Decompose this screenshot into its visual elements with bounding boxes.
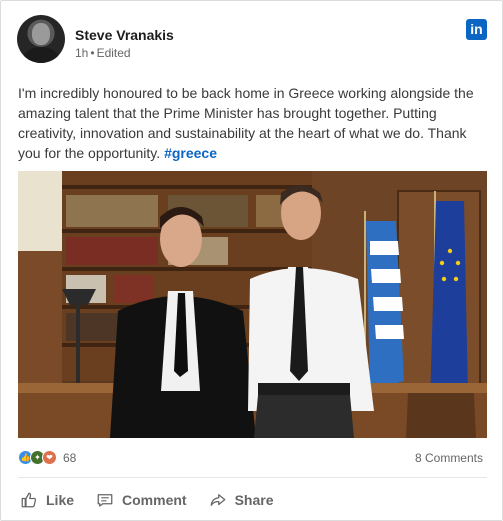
comments-count[interactable]: 8 Comments <box>415 451 483 465</box>
share-button[interactable]: Share <box>207 487 276 513</box>
avatar-head <box>32 23 50 45</box>
edited-label: Edited <box>96 46 131 60</box>
post-image[interactable] <box>18 171 487 438</box>
comment-label: Comment <box>122 492 187 508</box>
avatar-shoulders <box>23 47 59 63</box>
thumbs-up-icon <box>21 492 37 508</box>
author-name[interactable]: Steve Vranakis <box>75 27 174 43</box>
like-label: Like <box>46 492 75 508</box>
meta-separator: • <box>90 46 95 60</box>
share-label: Share <box>234 492 274 508</box>
reaction-count[interactable]: 68 <box>63 451 76 465</box>
comment-button[interactable]: Comment <box>94 487 189 513</box>
comment-icon <box>97 494 113 507</box>
action-bar: Like Comment Share <box>18 484 276 516</box>
actions-divider <box>18 477 487 478</box>
linkedin-logo-icon[interactable]: in <box>466 19 487 40</box>
share-icon <box>210 494 225 506</box>
post-body-text: I'm incredibly honoured to be back home … <box>18 85 474 161</box>
love-reaction-icon: ❤ <box>42 450 57 465</box>
hashtag-link[interactable]: #greece <box>164 145 217 161</box>
post-body: I'm incredibly honoured to be back home … <box>18 83 488 163</box>
post-meta: 1h • Edited <box>75 46 131 60</box>
post-card: Steve Vranakis 1h • Edited in I'm incred… <box>0 0 503 521</box>
author-avatar[interactable] <box>17 15 65 63</box>
post-time: 1h <box>75 46 89 60</box>
reactions-summary[interactable]: 👍 ✦ ❤ 68 <box>18 450 76 465</box>
like-button[interactable]: Like <box>18 487 76 513</box>
post-header: Steve Vranakis 1h • Edited in <box>17 15 487 63</box>
post-photo-illustration <box>18 171 487 438</box>
